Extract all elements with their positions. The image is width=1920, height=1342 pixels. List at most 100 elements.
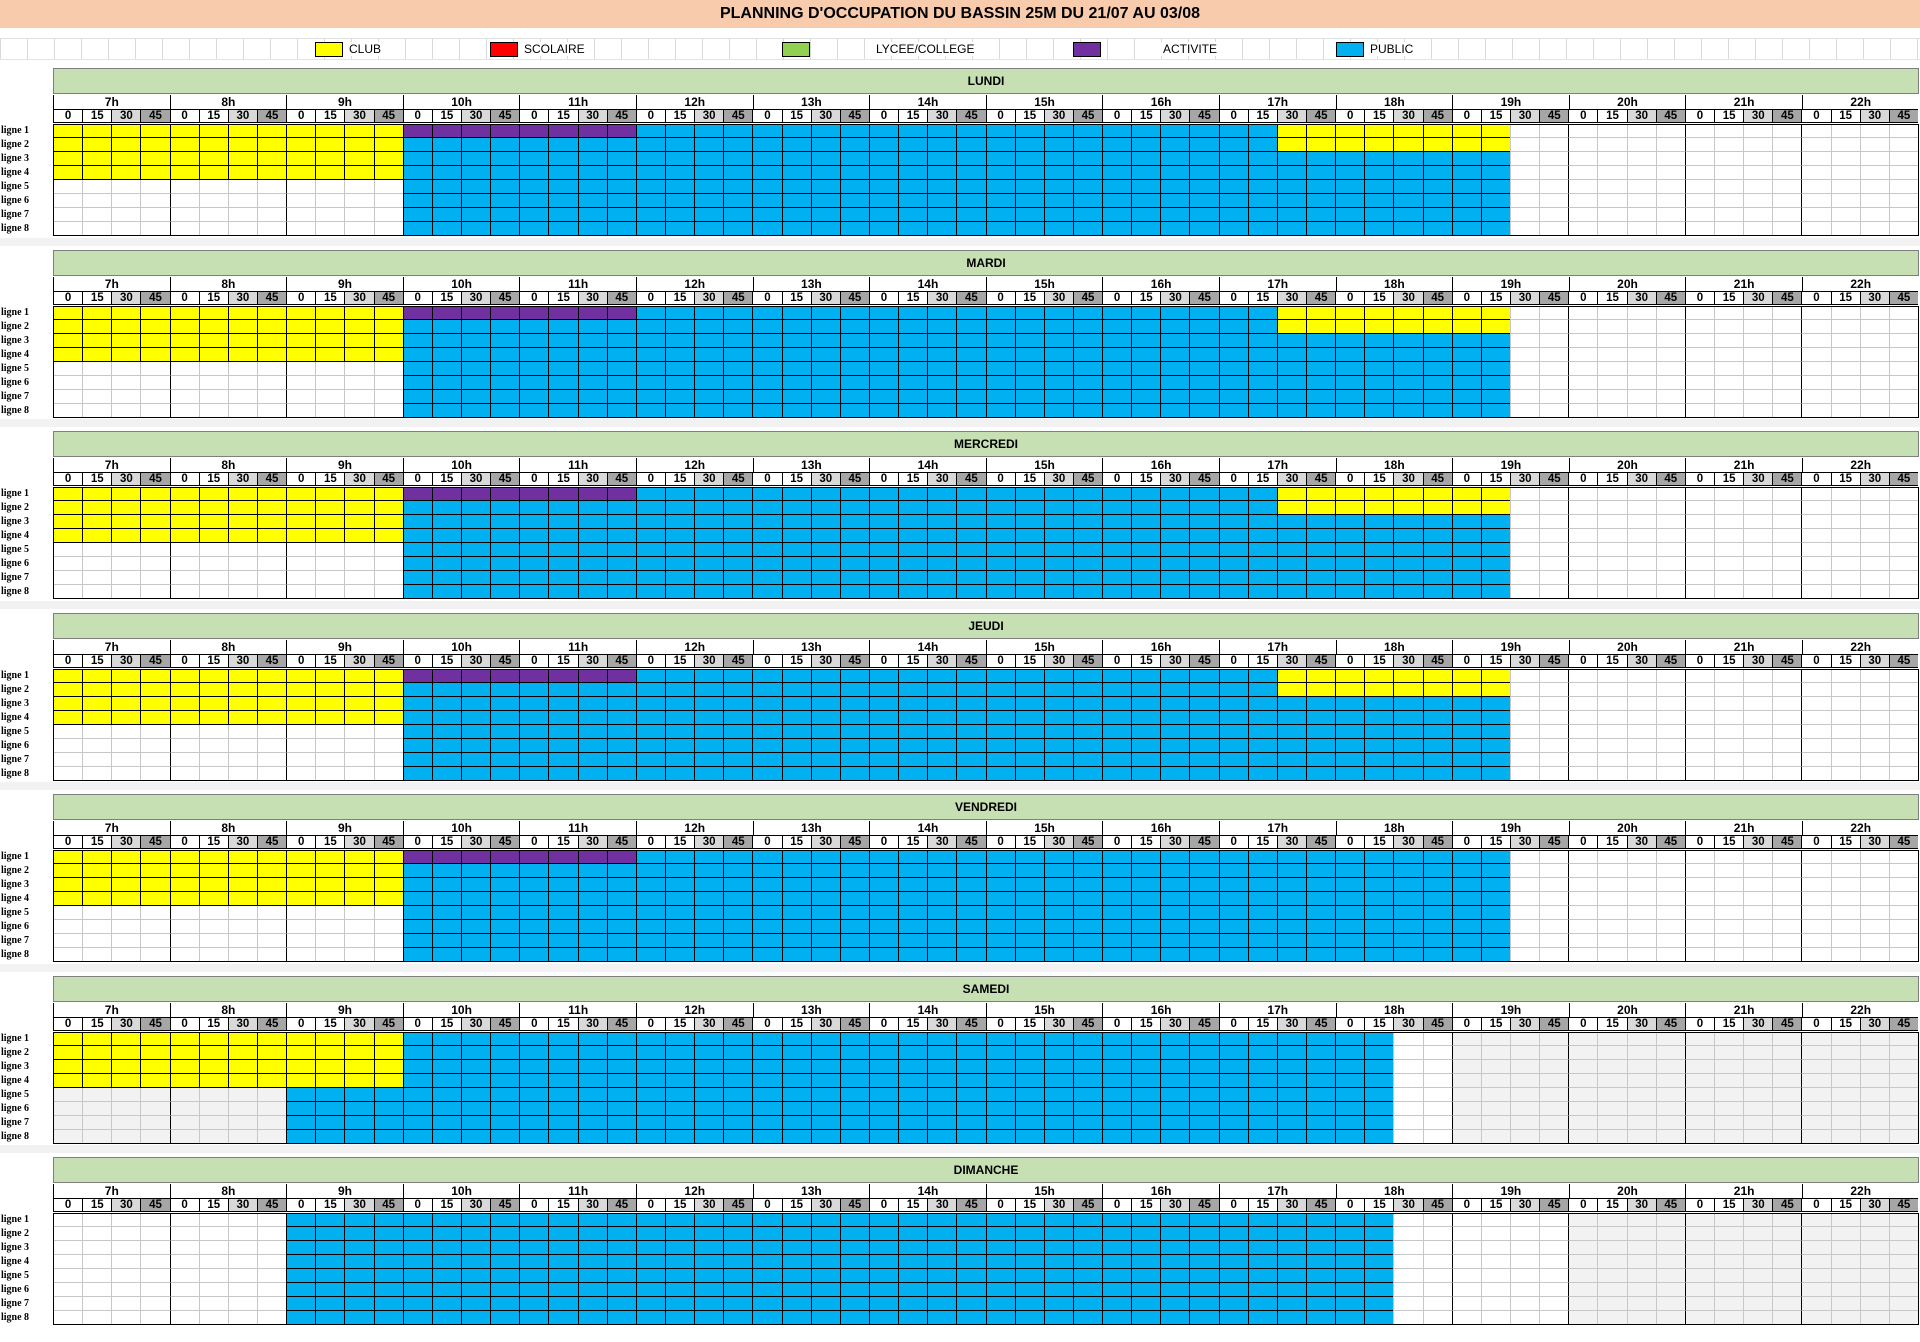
time-slot[interactable] <box>1335 208 1365 222</box>
time-slot[interactable] <box>373 948 403 962</box>
time-slot[interactable] <box>1189 152 1219 166</box>
time-slot[interactable] <box>1306 738 1336 753</box>
time-slot[interactable] <box>82 752 112 767</box>
time-slot[interactable] <box>1830 1045 1860 1060</box>
time-slot[interactable] <box>985 501 1015 515</box>
time-slot[interactable] <box>1597 710 1627 725</box>
time-slot[interactable] <box>548 403 578 418</box>
time-slot[interactable] <box>1160 543 1190 557</box>
time-slot[interactable] <box>1684 180 1715 194</box>
time-slot[interactable] <box>723 934 753 948</box>
time-slot[interactable] <box>1714 166 1744 180</box>
time-slot[interactable] <box>1859 948 1889 962</box>
time-slot[interactable] <box>431 682 461 697</box>
time-slot[interactable] <box>1859 696 1889 711</box>
time-slot[interactable] <box>256 208 287 222</box>
time-slot[interactable] <box>635 557 665 571</box>
time-slot[interactable] <box>256 850 287 864</box>
time-slot[interactable] <box>664 738 695 753</box>
time-slot[interactable] <box>781 403 811 418</box>
time-slot[interactable] <box>781 557 811 571</box>
time-slot[interactable] <box>1539 1283 1569 1297</box>
time-slot[interactable] <box>606 487 636 501</box>
time-slot[interactable] <box>548 124 578 138</box>
time-slot[interactable] <box>1247 529 1277 543</box>
time-slot[interactable] <box>1014 208 1044 222</box>
time-slot[interactable] <box>606 738 636 753</box>
time-slot[interactable] <box>1276 948 1307 962</box>
time-slot[interactable] <box>898 333 928 348</box>
time-slot[interactable] <box>344 1115 374 1130</box>
time-slot[interactable] <box>1568 1129 1598 1144</box>
time-slot[interactable] <box>635 208 665 222</box>
time-slot[interactable] <box>1451 1269 1481 1283</box>
time-slot[interactable] <box>1539 515 1569 529</box>
time-slot[interactable] <box>868 878 899 892</box>
time-slot[interactable] <box>1539 948 1569 962</box>
time-slot[interactable] <box>839 501 869 515</box>
time-slot[interactable] <box>1276 515 1307 529</box>
time-slot[interactable] <box>577 375 607 390</box>
time-slot[interactable] <box>664 1059 695 1074</box>
time-slot[interactable] <box>694 585 724 599</box>
time-slot[interactable] <box>1393 333 1423 348</box>
time-slot[interactable] <box>1801 375 1831 390</box>
time-slot[interactable] <box>1043 724 1073 739</box>
time-slot[interactable] <box>839 1269 869 1283</box>
time-slot[interactable] <box>169 752 199 767</box>
time-slot[interactable] <box>1160 1283 1190 1297</box>
time-slot[interactable] <box>256 347 287 362</box>
time-slot[interactable] <box>1247 1297 1277 1311</box>
time-slot[interactable] <box>1335 571 1365 585</box>
time-slot[interactable] <box>1743 347 1773 362</box>
time-slot[interactable] <box>1859 222 1889 236</box>
time-slot[interactable] <box>1801 1283 1831 1297</box>
time-slot[interactable] <box>1830 1101 1860 1116</box>
time-slot[interactable] <box>227 585 257 599</box>
time-slot[interactable] <box>1684 1255 1715 1269</box>
time-slot[interactable] <box>1888 1087 1918 1102</box>
time-slot[interactable] <box>1801 194 1831 208</box>
time-slot[interactable] <box>111 1059 141 1074</box>
time-slot[interactable] <box>723 319 753 334</box>
time-slot[interactable] <box>1859 906 1889 920</box>
time-slot[interactable] <box>286 906 316 920</box>
time-slot[interactable] <box>169 696 199 711</box>
time-slot[interactable] <box>256 752 287 767</box>
time-slot[interactable] <box>1684 208 1715 222</box>
time-slot[interactable] <box>548 152 578 166</box>
time-slot[interactable] <box>1772 305 1802 320</box>
time-slot[interactable] <box>1597 1059 1627 1074</box>
time-slot[interactable] <box>1597 152 1627 166</box>
time-slot[interactable] <box>402 920 432 934</box>
time-slot[interactable] <box>82 1255 112 1269</box>
time-slot[interactable] <box>723 166 753 180</box>
time-slot[interactable] <box>315 529 345 543</box>
time-slot[interactable] <box>460 724 491 739</box>
time-slot[interactable] <box>1888 389 1918 404</box>
time-slot[interactable] <box>140 1101 170 1116</box>
time-slot[interactable] <box>1218 1087 1248 1102</box>
time-slot[interactable] <box>839 1213 869 1227</box>
time-slot[interactable] <box>868 333 899 348</box>
time-slot[interactable] <box>1014 1311 1044 1325</box>
time-slot[interactable] <box>1247 1269 1277 1283</box>
time-slot[interactable] <box>1393 347 1423 362</box>
time-slot[interactable] <box>1451 864 1481 878</box>
time-slot[interactable] <box>1043 864 1073 878</box>
time-slot[interactable] <box>694 347 724 362</box>
time-slot[interactable] <box>1043 180 1073 194</box>
time-slot[interactable] <box>1772 529 1802 543</box>
time-slot[interactable] <box>431 487 461 501</box>
time-slot[interactable] <box>694 934 724 948</box>
time-slot[interactable] <box>1510 543 1540 557</box>
time-slot[interactable] <box>1859 375 1889 390</box>
time-slot[interactable] <box>548 361 578 376</box>
time-slot[interactable] <box>1247 934 1277 948</box>
time-slot[interactable] <box>606 347 636 362</box>
time-slot[interactable] <box>1247 305 1277 320</box>
time-slot[interactable] <box>723 501 753 515</box>
time-slot[interactable] <box>1714 668 1744 683</box>
time-slot[interactable] <box>373 361 403 376</box>
time-slot[interactable] <box>664 319 695 334</box>
